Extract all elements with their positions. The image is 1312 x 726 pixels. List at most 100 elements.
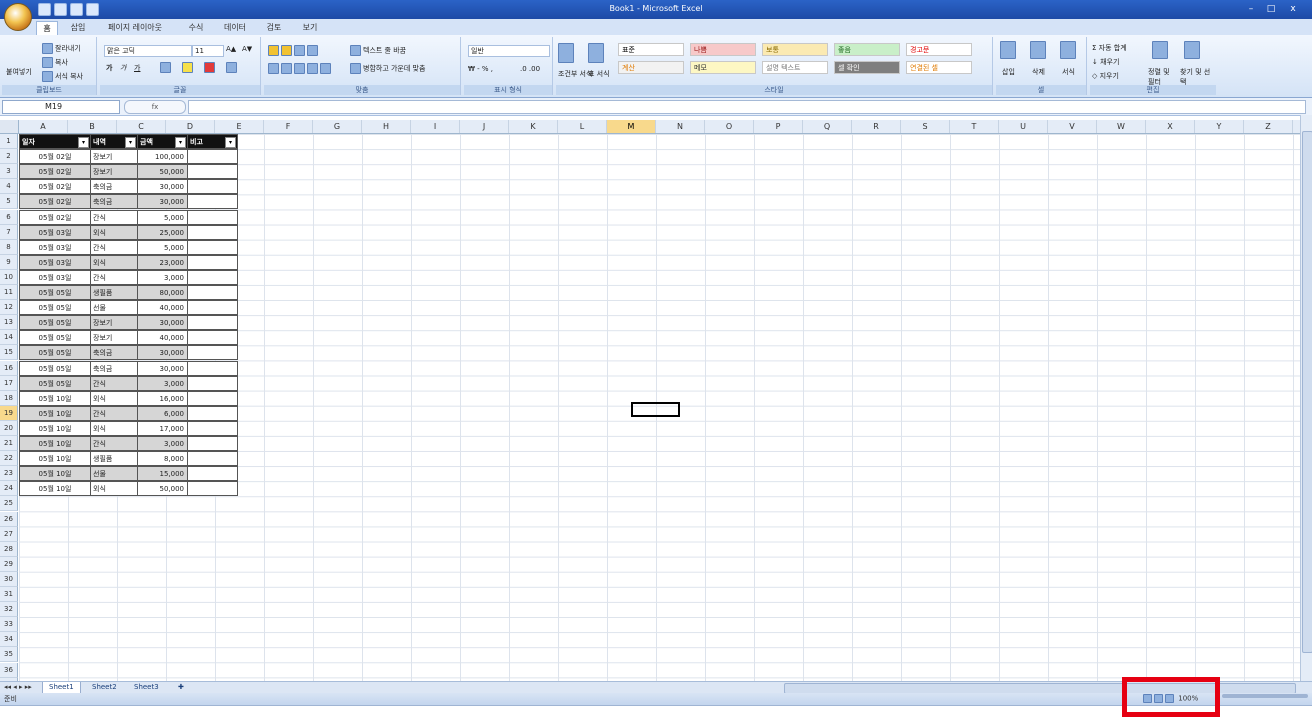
table-cell[interactable]	[187, 360, 238, 376]
column-header-Q[interactable]: Q	[803, 120, 852, 133]
cell-style-option[interactable]: 보통	[762, 43, 828, 56]
column-header-N[interactable]: N	[656, 120, 705, 133]
tab-home[interactable]: 홈	[36, 21, 58, 36]
row-header-34[interactable]: 34	[0, 632, 18, 648]
table-cell[interactable]: 선물	[90, 300, 138, 316]
table-cell[interactable]: 05월 10일	[19, 420, 91, 436]
table-cell[interactable]: 05월 10일	[19, 481, 91, 497]
table-cell[interactable]: 05월 05일	[19, 360, 91, 376]
table-cell[interactable]: 간식	[90, 239, 138, 255]
row-header-27[interactable]: 27	[0, 526, 18, 542]
column-header-U[interactable]: U	[999, 120, 1048, 133]
table-cell[interactable]	[187, 481, 238, 497]
row-header-21[interactable]: 21	[0, 436, 18, 451]
tab-page-layout[interactable]: 페이지 레이아웃	[102, 21, 168, 35]
cut-button[interactable]: 잘라내기	[42, 43, 81, 54]
table-cell[interactable]: 외식	[90, 390, 138, 406]
table-cell[interactable]: 축의금	[90, 360, 138, 376]
table-cell[interactable]	[187, 315, 238, 331]
table-cell[interactable]	[187, 285, 238, 300]
cell-style-option[interactable]: 경고문	[906, 43, 972, 56]
insert-sheet-icon[interactable]: ✚	[172, 682, 190, 693]
number-format-select[interactable]: 일반	[468, 45, 550, 57]
table-cell[interactable]: 장보기	[90, 315, 138, 331]
underline-button[interactable]: 가	[134, 63, 140, 73]
vertical-scrollbar[interactable]	[1300, 115, 1312, 681]
table-cell[interactable]	[187, 330, 238, 346]
row-header-2[interactable]: 2	[0, 149, 18, 165]
find-select-button[interactable]	[1184, 41, 1202, 59]
decimal-icon[interactable]: .0 .00	[520, 65, 540, 73]
table-cell[interactable]: 간식	[90, 405, 138, 421]
table-cell[interactable]: 05월 03일	[19, 224, 91, 240]
bold-button[interactable]: 가	[106, 63, 112, 73]
table-cell[interactable]	[187, 436, 238, 451]
column-header-A[interactable]: A	[19, 120, 68, 133]
row-header-29[interactable]: 29	[0, 556, 18, 572]
filter-dropdown-icon[interactable]: ▾	[78, 137, 89, 148]
column-header-R[interactable]: R	[852, 120, 901, 133]
paste-button[interactable]: 붙여넣기	[6, 67, 32, 77]
table-cell[interactable]: 80,000	[137, 285, 188, 300]
table-cell[interactable]: 50,000	[137, 481, 188, 497]
column-header-I[interactable]: I	[411, 120, 460, 133]
table-cell[interactable]: 생필품	[90, 285, 138, 300]
table-cell[interactable]	[187, 405, 238, 421]
column-header-T[interactable]: T	[950, 120, 999, 133]
row-header-7[interactable]: 7	[0, 224, 18, 240]
table-cell[interactable]: 05월 05일	[19, 345, 91, 361]
table-cell[interactable]: 05월 02일	[19, 179, 91, 195]
border-icon[interactable]	[160, 62, 173, 73]
table-cell[interactable]: 40,000	[137, 330, 188, 346]
table-cell[interactable]	[187, 375, 238, 391]
filter-dropdown-icon[interactable]: ▾	[225, 137, 236, 148]
cell-style-option[interactable]: 표준	[618, 43, 684, 56]
table-cell[interactable]: 3,000	[137, 269, 188, 285]
conditional-format-button[interactable]	[558, 43, 576, 63]
formula-input[interactable]	[188, 100, 1306, 114]
format-cells-button[interactable]	[1060, 41, 1078, 59]
column-header-K[interactable]: K	[509, 120, 558, 133]
select-all-corner[interactable]	[0, 120, 19, 133]
table-cell[interactable]: 축의금	[90, 345, 138, 361]
font-name-select[interactable]: 맑은 고딕	[104, 45, 192, 57]
row-header-24[interactable]: 24	[0, 481, 18, 497]
close-button[interactable]: x	[1286, 3, 1300, 15]
row-header-30[interactable]: 30	[0, 571, 18, 587]
table-cell[interactable]: 05월 10일	[19, 436, 91, 451]
table-header-cell[interactable]: 비고 ▾	[187, 134, 238, 149]
tab-insert[interactable]: 삽입	[66, 21, 90, 35]
table-cell[interactable]: 05월 02일	[19, 194, 91, 210]
table-cell[interactable]: 축의금	[90, 179, 138, 195]
insert-cells-button[interactable]	[1000, 41, 1018, 59]
table-format-button[interactable]	[588, 43, 606, 63]
table-cell[interactable]: 05월 10일	[19, 451, 91, 467]
table-cell[interactable]: 6,000	[137, 405, 188, 421]
column-header-M[interactable]: M	[607, 120, 656, 133]
currency-icon[interactable]: ₩ - % ,	[468, 65, 493, 73]
table-cell[interactable]: 5,000	[137, 209, 188, 225]
tab-data[interactable]: 데이터	[220, 21, 250, 35]
column-header-S[interactable]: S	[901, 120, 950, 133]
row-header-33[interactable]: 33	[0, 617, 18, 633]
table-cell[interactable]: 05월 10일	[19, 405, 91, 421]
table-cell[interactable]: 25,000	[137, 224, 188, 240]
active-cell-M19[interactable]	[631, 402, 680, 417]
row-header-28[interactable]: 28	[0, 541, 18, 557]
table-cell[interactable]: 장보기	[90, 164, 138, 180]
row-header-35[interactable]: 35	[0, 647, 18, 663]
format-painter-button[interactable]: 서식 복사	[42, 71, 83, 82]
row-header-14[interactable]: 14	[0, 330, 18, 346]
table-cell[interactable]: 05월 05일	[19, 330, 91, 346]
row-header-15[interactable]: 15	[0, 345, 18, 361]
table-cell[interactable]	[187, 269, 238, 285]
zoom-slider[interactable]	[1222, 694, 1308, 698]
row-header-11[interactable]: 11	[0, 285, 18, 300]
table-cell[interactable]: 05월 03일	[19, 254, 91, 270]
table-cell[interactable]: 30,000	[137, 360, 188, 376]
table-cell[interactable]: 100,000	[137, 149, 188, 165]
table-cell[interactable]: 05월 10일	[19, 390, 91, 406]
table-cell[interactable]: 05월 02일	[19, 149, 91, 165]
table-cell[interactable]: 05월 10일	[19, 466, 91, 482]
table-cell[interactable]: 05월 03일	[19, 239, 91, 255]
